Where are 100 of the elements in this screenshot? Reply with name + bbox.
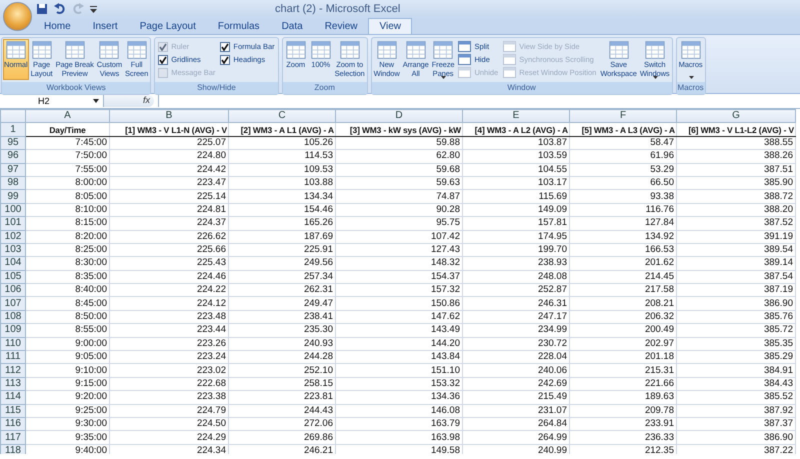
ribbon-tab[interactable]: Home <box>33 18 82 34</box>
table-cell: 154.46 <box>228 203 336 217</box>
table-cell: 8:40:00 <box>26 284 110 297</box>
table-cell: 144.20 <box>336 337 462 351</box>
row-header[interactable]: 113 <box>0 377 26 391</box>
table-cell: 8:05:00 <box>26 190 110 204</box>
table-cell: 8:50:00 <box>26 310 110 324</box>
table-cell: 387.37 <box>676 417 796 431</box>
row-header[interactable]: 115 <box>0 404 26 418</box>
save-icon[interactable] <box>36 3 48 15</box>
table-cell: 154.37 <box>336 270 462 284</box>
table-cell: 163.98 <box>336 430 462 444</box>
table-cell: 249.56 <box>228 256 336 270</box>
table-cell: 134.36 <box>336 390 462 404</box>
row-header[interactable]: 104 <box>0 256 26 270</box>
table-cell: 223.81 <box>228 390 336 404</box>
table-cell: 264.99 <box>462 430 570 444</box>
column-header[interactable]: C <box>228 110 336 123</box>
header-cell: [2] WM3 - A L1 (AVG) - A <box>228 122 336 136</box>
table-cell: 127.43 <box>336 243 462 257</box>
table-cell: 8:00:00 <box>26 176 110 190</box>
table-cell: 221.66 <box>570 377 676 391</box>
table-cell: 62.80 <box>336 150 462 164</box>
table-cell: 209.78 <box>570 404 676 418</box>
ribbon-tab[interactable]: View <box>368 18 412 34</box>
ribbon-tab[interactable]: Review <box>314 18 368 34</box>
row-header[interactable]: 105 <box>0 270 26 284</box>
row-header[interactable]: 1 <box>0 122 26 136</box>
row-header[interactable]: 96 <box>0 150 26 164</box>
ribbon-tab[interactable]: Data <box>270 18 314 34</box>
table-cell: 386.90 <box>676 430 796 444</box>
row-header[interactable]: 97 <box>0 163 26 176</box>
table-cell: 199.70 <box>462 243 570 257</box>
insert-function-button[interactable]: fx <box>104 95 154 107</box>
checkbox[interactable] <box>158 54 168 64</box>
table-cell: 8:35:00 <box>26 270 110 284</box>
row-header[interactable]: 114 <box>0 390 26 404</box>
ribbon-tab[interactable]: Page Layout <box>128 18 207 34</box>
column-header[interactable]: D <box>336 110 462 123</box>
row-header[interactable]: 98 <box>0 176 26 190</box>
table-cell: 262.31 <box>228 284 336 297</box>
row-header[interactable]: 109 <box>0 324 26 338</box>
table-cell: 249.47 <box>228 296 336 310</box>
group-label: Show/Hide <box>155 82 278 94</box>
row-header[interactable]: 107 <box>0 296 26 310</box>
row-header[interactable]: 111 <box>0 350 26 364</box>
table-cell: 8:15:00 <box>26 216 110 230</box>
row-header[interactable]: 106 <box>0 284 26 297</box>
column-header[interactable]: A <box>26 110 110 123</box>
table-cell: 59.63 <box>336 176 462 190</box>
table-cell: 236.33 <box>570 430 676 444</box>
column-header[interactable]: G <box>676 110 796 123</box>
table-cell: 103.17 <box>462 176 570 190</box>
row-header[interactable]: 101 <box>0 216 26 230</box>
dropdown-caret-icon <box>93 99 99 103</box>
column-header[interactable]: F <box>570 110 676 123</box>
table-cell: 252.10 <box>228 364 336 378</box>
row-header[interactable]: 100 <box>0 203 26 217</box>
table-cell: 244.28 <box>228 350 336 364</box>
row-header[interactable]: 112 <box>0 364 26 378</box>
group-label: Zoom <box>282 82 367 94</box>
table-cell: 115.69 <box>462 190 570 204</box>
checkbox[interactable] <box>220 54 230 64</box>
row-header[interactable]: 102 <box>0 230 26 244</box>
table-cell: 223.26 <box>110 337 228 351</box>
row-header[interactable]: 110 <box>0 337 26 351</box>
row-header[interactable]: 103 <box>0 243 26 257</box>
row-header[interactable]: 108 <box>0 310 26 324</box>
table-cell: 66.50 <box>570 176 676 190</box>
ribbon-tab[interactable]: Insert <box>82 18 129 34</box>
ribbon-tab[interactable]: Formulas <box>206 18 271 34</box>
table-cell: 8:30:00 <box>26 256 110 270</box>
table-cell: 224.81 <box>110 203 228 217</box>
column-header[interactable]: E <box>462 110 570 123</box>
checkbox[interactable] <box>220 42 230 52</box>
row-header[interactable]: 95 <box>0 136 26 150</box>
row-header[interactable]: 117 <box>0 430 26 444</box>
row-header[interactable]: 99 <box>0 190 26 204</box>
table-cell: 240.06 <box>462 364 570 378</box>
column-header[interactable]: B <box>110 110 228 123</box>
header-cell: Day/Time <box>26 122 110 136</box>
table-cell: 214.45 <box>570 270 676 284</box>
table-cell: 248.08 <box>462 270 570 284</box>
table-cell: 59.68 <box>336 163 462 176</box>
table-cell: 385.35 <box>676 337 796 351</box>
table-cell: 95.75 <box>336 216 462 230</box>
table-cell: 153.32 <box>336 377 462 391</box>
table-cell: 9:15:00 <box>26 377 110 391</box>
table-cell: 143.49 <box>336 324 462 338</box>
table-cell: 146.08 <box>336 404 462 418</box>
table-cell: 134.92 <box>570 230 676 244</box>
row-header[interactable]: 116 <box>0 417 26 431</box>
undo-icon[interactable] <box>54 3 66 15</box>
header-cell: [4] WM3 - A L2 (AVG) - A <box>462 122 570 136</box>
table-cell: 223.24 <box>110 350 228 364</box>
customize-caret-icon[interactable] <box>90 5 97 13</box>
table-cell: 387.51 <box>676 163 796 176</box>
row-header[interactable]: 118 <box>0 444 26 454</box>
group-label: Macros <box>676 82 705 94</box>
table-cell: 7:50:00 <box>26 150 110 164</box>
